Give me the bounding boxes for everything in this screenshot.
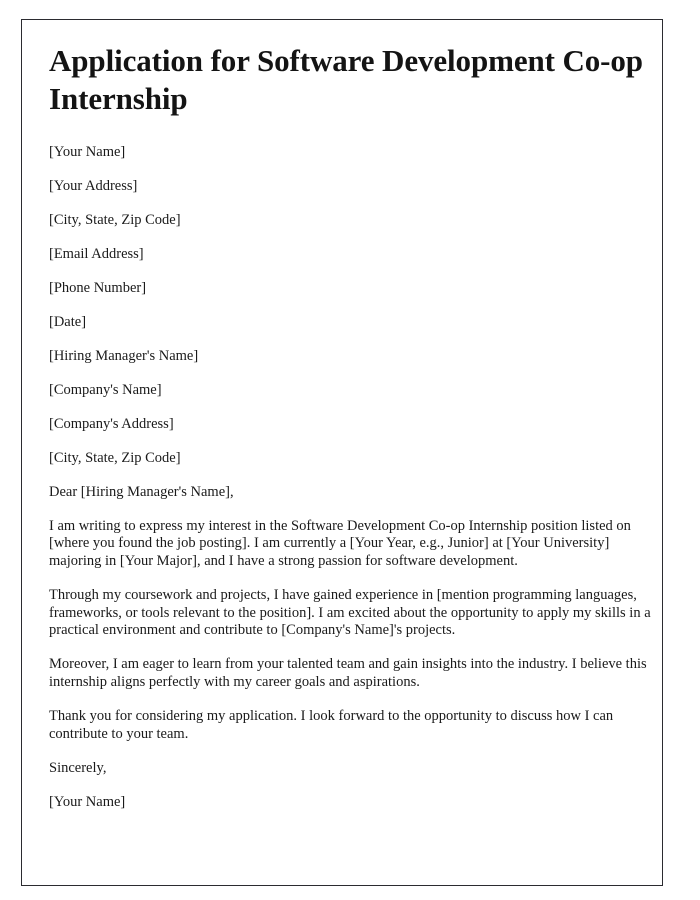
body-paragraph-2: Through my coursework and projects, I ha… (49, 587, 651, 639)
date-line: [Date] (49, 314, 87, 330)
salutation-line: Dear [Hiring Manager's Name], (49, 484, 234, 500)
sender-city-line: [City, State, Zip Code] (49, 212, 181, 228)
sender-address-block: [Your Name] [Your Address] [City, State,… (49, 144, 659, 297)
sender-email-line: [Email Address] (49, 246, 144, 262)
page-title: Application for Software Development Co-… (49, 43, 643, 116)
recipient-address-block: [Hiring Manager's Name] [Company's Name]… (49, 348, 659, 467)
sender-name-line: [Your Name] (49, 144, 126, 160)
sender-street-line: [Your Address] (49, 178, 138, 194)
cover-letter-content: Application for Software Development Co-… (49, 42, 659, 828)
body-paragraph-1: I am writing to express my interest in t… (49, 518, 631, 569)
body-paragraph-4: Thank you for considering my application… (49, 708, 614, 742)
closing-line: Sincerely, (49, 760, 107, 777)
recipient-city-line: [City, State, Zip Code] (49, 450, 181, 466)
recipient-manager-line: [Hiring Manager's Name] (49, 348, 199, 364)
recipient-company-line: [Company's Name] (49, 382, 162, 398)
body-paragraph-3: Moreover, I am eager to learn from your … (49, 656, 647, 690)
sender-phone-line: [Phone Number] (49, 280, 147, 296)
document-page-frame: Application for Software Development Co-… (21, 19, 663, 886)
signature-name-line: [Your Name] (49, 794, 126, 811)
recipient-street-line: [Company's Address] (49, 416, 174, 432)
